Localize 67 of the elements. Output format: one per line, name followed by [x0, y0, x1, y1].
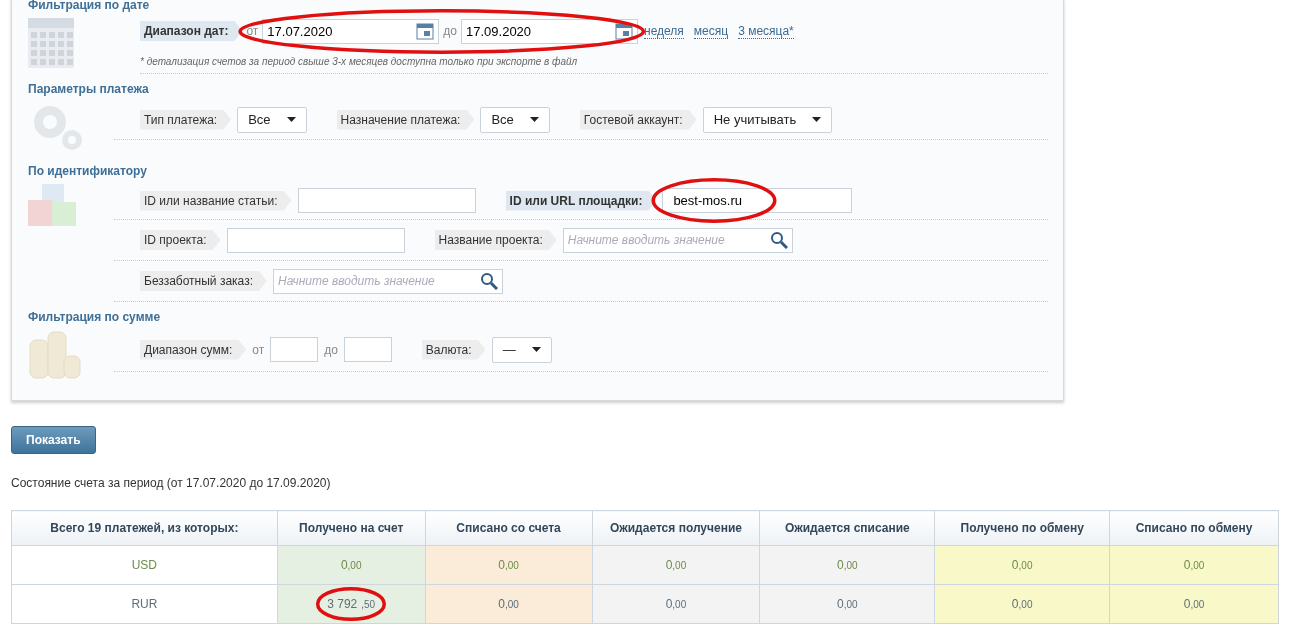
currency-cell: RUR	[11, 584, 278, 624]
field-label: ID проекта:	[140, 230, 221, 250]
amount-cell: 0,00	[1109, 584, 1279, 624]
from-label: от	[252, 342, 265, 357]
amount-cell: 0,00	[934, 584, 1110, 624]
amount-cell: 0,00	[759, 545, 935, 585]
amount-cell: 0,00	[1109, 545, 1279, 585]
annotation-ellipse	[317, 588, 386, 620]
amount-cell: 0,00	[277, 545, 426, 585]
amount-cell: 0,00	[425, 545, 592, 585]
section-title: По идентификатору	[28, 164, 148, 180]
from-label: от	[246, 24, 259, 38]
field-label: Название проекта:	[434, 230, 557, 250]
to-label: до	[324, 342, 338, 357]
period-link[interactable]: месяц	[693, 23, 729, 39]
show-button[interactable]: Показать	[11, 426, 96, 454]
field-label: ID или название статьи:	[140, 190, 292, 211]
amount-cell: 0,00	[934, 545, 1110, 585]
amount-cell: 0,00	[425, 584, 592, 624]
calendar-icon	[28, 18, 74, 68]
column-header: Списано со счета	[425, 510, 592, 546]
field-label: Тип платежа:	[140, 109, 232, 130]
input-field[interactable]	[297, 188, 476, 213]
period-link[interactable]: 3 месяца*	[738, 23, 794, 39]
column-header: Получено по обмену	[934, 510, 1110, 546]
period-summary: Состояние счета за период (от 17.07.2020 до 17.09.2020)	[11, 476, 332, 490]
search-icon[interactable]	[769, 231, 788, 249]
search-icon[interactable]	[479, 272, 498, 290]
caret-icon	[286, 117, 296, 122]
field-label: Диапазон сумм:	[140, 339, 247, 360]
field-label: ID или URL площадки:	[505, 190, 657, 211]
field-label: Валюта:	[421, 339, 486, 360]
dropdown[interactable]: Все	[237, 106, 307, 133]
footnote: * детализация счетов за период свыше 3-х месяцев доступна только при экспорте в файл	[140, 46, 1048, 74]
calendar-icon[interactable]	[416, 22, 435, 40]
caret-icon	[529, 117, 539, 122]
coins-icon	[28, 330, 82, 380]
column-header: Ожидается списание	[759, 510, 935, 546]
input-field[interactable]	[226, 227, 405, 253]
amount-cell: 0,00	[592, 584, 760, 624]
date-field[interactable]: 17.09.2020	[461, 18, 638, 44]
section-title: Параметры платежа	[28, 82, 150, 98]
field-label: Назначение платежа:	[336, 109, 475, 130]
dropdown[interactable]: Не учитывать	[702, 106, 833, 133]
amount-field[interactable]	[343, 337, 392, 362]
input-field[interactable]: best-mos.ru	[662, 188, 853, 213]
dropdown[interactable]: —	[491, 336, 552, 363]
amount-field[interactable]	[270, 337, 319, 362]
amount-cell: 0,00	[592, 545, 760, 585]
column-header: Ожидается получение	[592, 510, 760, 546]
field-label: Гостевой аккаунт:	[579, 109, 697, 130]
field-label: Беззаботный заказ:	[140, 271, 267, 291]
to-label: до	[443, 24, 457, 38]
column-header: Списано по обмену	[1109, 510, 1279, 546]
caret-icon	[531, 347, 541, 352]
field-label: Диапазон дат:	[140, 21, 243, 41]
currency-cell: USD	[11, 545, 278, 585]
period-link[interactable]: неделя	[644, 23, 684, 39]
column-header: Всего 19 платежей, из которых:	[11, 510, 278, 546]
dropdown[interactable]: Все	[480, 106, 550, 133]
section-title: Фильтрация по сумме	[28, 310, 162, 326]
amount-cell: 3 792 ,50	[277, 584, 426, 624]
section-title: Фильтрация по дате	[28, 0, 151, 14]
column-header: Получено на счет	[277, 510, 426, 546]
amount-cell: 0,00	[759, 584, 935, 624]
date-field[interactable]: 17.07.2020	[262, 18, 440, 44]
caret-icon	[812, 117, 822, 122]
